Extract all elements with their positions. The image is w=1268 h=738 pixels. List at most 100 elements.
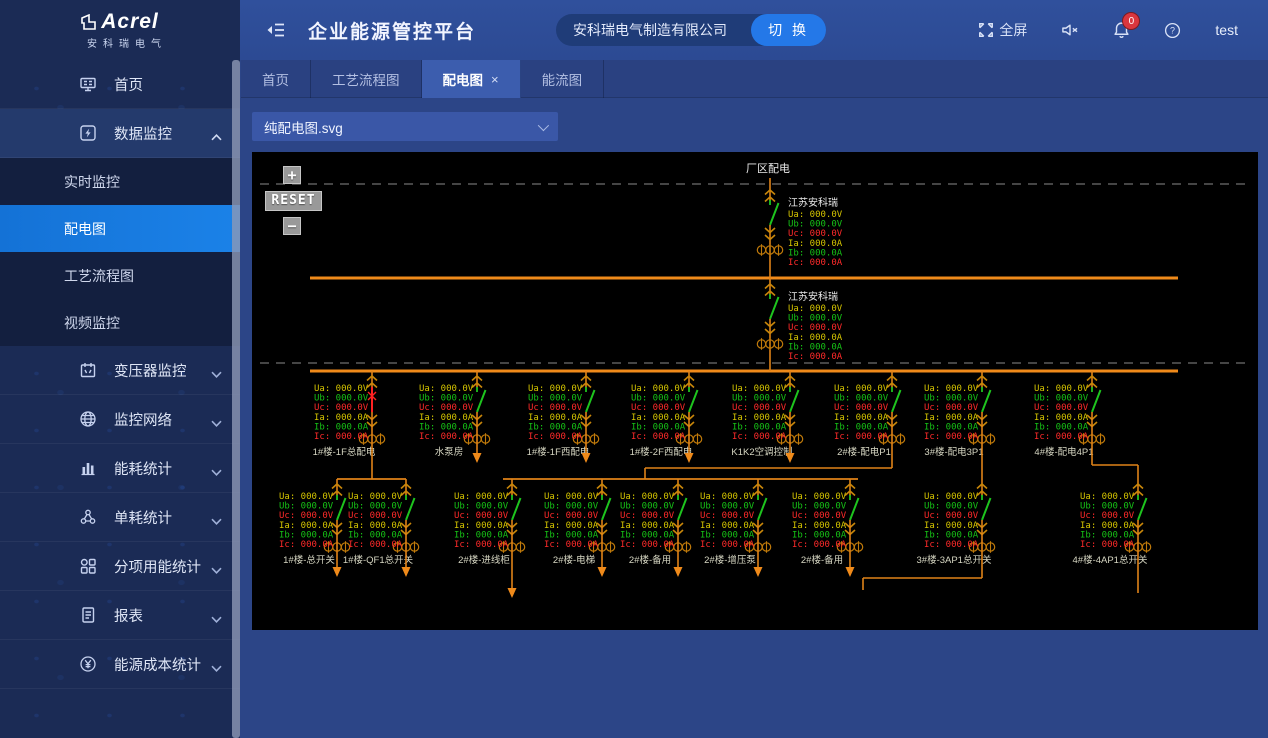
diagram-text: Ia: 000.0A xyxy=(834,413,889,423)
notification-badge: 0 xyxy=(1122,12,1140,30)
diagram-text: 1#楼-1F总配电 xyxy=(313,446,376,458)
tab-close-icon[interactable]: × xyxy=(491,72,499,87)
sidebar-item-cost-stat[interactable]: 能源成本统计 xyxy=(0,640,240,689)
transformer-icon xyxy=(79,361,97,379)
diagram-text: Uc: 000.0V xyxy=(834,403,889,413)
feeder-branch-row2-7: Ua: 000.0VUb: 000.0VUc: 000.0VIa: 000.0A… xyxy=(863,479,995,590)
feeder-branch-row2-6: Ua: 000.0VUb: 000.0VUc: 000.0VIa: 000.0A… xyxy=(792,479,863,577)
diagram-text: Ia: 000.0A xyxy=(348,521,403,531)
diagram-text: Ua: 000.0V xyxy=(788,210,843,220)
network-icon xyxy=(79,410,97,428)
diagram-text: Ub: 000.0V xyxy=(314,394,369,404)
sidebar-item-report[interactable]: 报表 xyxy=(0,591,240,640)
user-menu[interactable]: test xyxy=(1215,22,1238,38)
diagram-text: Ub: 000.0V xyxy=(732,394,787,404)
menu-fold-icon[interactable] xyxy=(266,21,286,39)
tab-label: 配电图 xyxy=(443,69,484,89)
chevron-down-icon xyxy=(211,464,222,480)
feeder-branch-row2-5: Ua: 000.0VUb: 000.0VUc: 000.0VIa: 000.0A… xyxy=(700,479,771,577)
sidebar-subitem-0[interactable]: 实时监控 xyxy=(0,158,240,205)
sidebar-item-home[interactable]: 首页 xyxy=(0,60,240,109)
sidebar-subitem-1[interactable]: 配电图 xyxy=(0,205,240,252)
chevron-down-icon xyxy=(211,562,222,578)
sidebar-item-label: 变压器监控 xyxy=(114,360,187,381)
diagram-canvas[interactable]: + RESET − 厂区配电江苏安科瑞Ua: 000.0VUb: 000.0VU… xyxy=(252,152,1258,630)
diagram-text: 水泵房 xyxy=(435,446,464,458)
diagram-text: Ic: 000.0A xyxy=(348,540,403,550)
diagram-text: Ic: 000.0A xyxy=(528,432,583,442)
diagram-text: Ib: 000.0A xyxy=(631,422,686,432)
diagram-text: Ub: 000.0V xyxy=(1080,502,1135,512)
diagram-text: Ua: 000.0V xyxy=(834,384,889,394)
cost-icon xyxy=(79,655,97,673)
diagram-text: Uc: 000.0V xyxy=(792,511,847,521)
feeder-branch-row1-2: Ua: 000.0VUb: 000.0VUc: 000.0VIa: 000.0A… xyxy=(527,371,599,463)
company-selector[interactable]: 安科瑞电气制造有限公司 切 换 xyxy=(556,14,826,46)
feeder-branch-row1-1: Ua: 000.0VUb: 000.0VUc: 000.0VIa: 000.0A… xyxy=(419,371,490,463)
diagram-text: Ia: 000.0A xyxy=(454,521,509,531)
tab-2[interactable]: 配电图 × xyxy=(422,60,521,98)
sidebar-item-network[interactable]: 监控网络 xyxy=(0,395,240,444)
diagram-text: Ia: 000.0A xyxy=(788,239,843,249)
diagram-text: Ic: 000.0A xyxy=(732,432,787,442)
sidebar-item-label: 单耗统计 xyxy=(114,507,172,528)
zoom-out-button[interactable]: − xyxy=(283,217,301,235)
diagram-text: Ua: 000.0V xyxy=(732,384,787,394)
diagram-text: Ua: 000.0V xyxy=(348,492,403,502)
diagram-text: Uc: 000.0V xyxy=(631,403,686,413)
mute-button[interactable] xyxy=(1061,22,1079,38)
feeder-branch-row2-0: Ua: 000.0VUb: 000.0VUc: 000.0VIa: 000.0A… xyxy=(279,479,350,577)
diagram-text: Ia: 000.0A xyxy=(314,413,369,423)
data-icon xyxy=(79,124,97,142)
diagram-text: Ua: 000.0V xyxy=(788,304,843,314)
sidebar-item-data-monitor[interactable]: 数据监控 xyxy=(0,109,240,158)
sidebar-subitem-2[interactable]: 工艺流程图 xyxy=(0,252,240,299)
sidebar-scrollbar[interactable] xyxy=(232,60,240,738)
feeder-branch-row2-1: Ua: 000.0VUb: 000.0VUc: 000.0VIa: 000.0A… xyxy=(343,479,419,577)
logo-subtitle: 安科瑞电气 xyxy=(73,35,167,50)
tab-1[interactable]: 工艺流程图 xyxy=(311,60,422,98)
zoom-in-button[interactable]: + xyxy=(283,166,301,184)
notifications-button[interactable]: 0 xyxy=(1113,21,1130,39)
sidebar-item-energy-stat[interactable]: 能耗统计 xyxy=(0,444,240,493)
diagram-text: K1K2空调控制 xyxy=(731,446,792,458)
diagram-text: Ua: 000.0V xyxy=(314,384,369,394)
diagram-text: Ub: 000.0V xyxy=(631,394,686,404)
diagram-text: Ia: 000.0A xyxy=(924,521,979,531)
switch-company-button[interactable]: 切 换 xyxy=(751,14,826,46)
diagram-text: Ua: 000.0V xyxy=(544,492,599,502)
sidebar-item-label: 监控网络 xyxy=(114,409,172,430)
diagram-text: Ub: 000.0V xyxy=(788,220,843,230)
chevron-down-icon xyxy=(211,611,222,627)
diagram-text: Ub: 000.0V xyxy=(834,394,889,404)
feeder-branch-row2-8: Ua: 000.0VUb: 000.0VUc: 000.0VIa: 000.0A… xyxy=(1073,479,1151,593)
diagram-text: Uc: 000.0V xyxy=(700,511,755,521)
tab-bar: 首页工艺流程图 配电图 × 能流图 xyxy=(241,60,1268,98)
help-button[interactable]: ? xyxy=(1164,22,1181,39)
diagram-text: Uc: 000.0V xyxy=(924,403,979,413)
diagram-text: Ia: 000.0A xyxy=(792,521,847,531)
diagram-text: Ic: 000.0A xyxy=(620,540,675,550)
diagram-text: Ia: 000.0A xyxy=(279,521,334,531)
diagram-text: Ib: 000.0A xyxy=(1034,422,1089,432)
sidebar-item-label: 报表 xyxy=(114,605,143,626)
tab-0[interactable]: 首页 xyxy=(241,60,311,98)
sidebar-item-label: 首页 xyxy=(114,74,143,95)
fullscreen-label: 全屏 xyxy=(999,20,1027,40)
diagram-text: Ia: 000.0A xyxy=(1034,413,1089,423)
fullscreen-button[interactable]: 全屏 xyxy=(978,20,1027,40)
reset-button[interactable]: RESET xyxy=(265,191,322,211)
diagram-text: Ic: 000.0A xyxy=(924,540,979,550)
diagram-text: Ua: 000.0V xyxy=(620,492,675,502)
diagram-text: Ua: 000.0V xyxy=(419,384,474,394)
diagram-text: Ia: 000.0A xyxy=(544,521,599,531)
sidebar-subitem-3[interactable]: 视频监控 xyxy=(0,299,240,346)
diagram-text: Ic: 000.0A xyxy=(1034,432,1089,442)
sidebar-item-transformer[interactable]: 变压器监控 xyxy=(0,346,240,395)
diagram-text: Ua: 000.0V xyxy=(924,492,979,502)
tab-3[interactable]: 能流图 xyxy=(521,60,605,98)
diagram-file-select[interactable]: 纯配电图.svg xyxy=(252,112,558,141)
diagram-text: Uc: 000.0V xyxy=(544,511,599,521)
sidebar-item-unit-stat[interactable]: 单耗统计 xyxy=(0,493,240,542)
sidebar-item-subitem-stat[interactable]: 分项用能统计 xyxy=(0,542,240,591)
